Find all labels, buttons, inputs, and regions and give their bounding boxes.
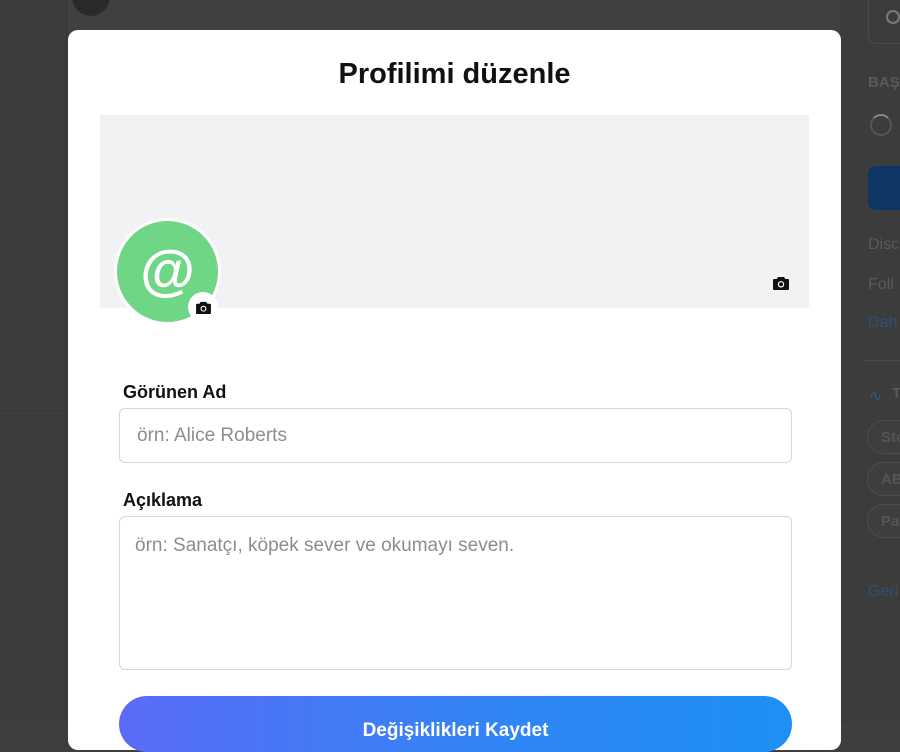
trending-chip-2[interactable]: AB xyxy=(867,462,900,496)
dialog-title: Profilimi düzenle xyxy=(338,58,571,90)
trending-heading: T xyxy=(892,385,900,402)
camera-icon xyxy=(195,301,211,314)
activity-icon: ∿ xyxy=(869,388,883,405)
avatar-upload-button[interactable] xyxy=(188,292,218,322)
at-sign-icon: @ xyxy=(140,237,195,301)
description-textarea[interactable] xyxy=(119,516,792,670)
save-changes-button[interactable]: Değişiklikleri Kaydet xyxy=(119,696,792,752)
display-name-label: Görünen Ad xyxy=(123,382,227,402)
loading-spinner-icon xyxy=(870,114,892,136)
sidebar-primary-button[interactable] xyxy=(868,166,900,210)
display-name-input[interactable] xyxy=(119,408,792,463)
right-sidebar xyxy=(841,0,900,722)
trending-chip-3[interactable]: Pa xyxy=(867,504,900,538)
description-label: Açıklama xyxy=(123,490,203,510)
sidebar-more-link[interactable]: Dah xyxy=(868,314,897,332)
left-divider xyxy=(0,410,68,411)
column-divider xyxy=(66,0,67,722)
trending-chip-1[interactable]: Sto xyxy=(867,420,900,454)
sidebar-section-heading: BAŞ xyxy=(868,74,900,91)
sidebar-footer-link[interactable]: Geri xyxy=(868,583,898,601)
sidebar-line-2: Foll xyxy=(868,276,894,293)
camera-icon[interactable] xyxy=(773,276,789,290)
sidebar-divider xyxy=(864,360,900,361)
sidebar-line-1: Disc xyxy=(868,236,900,253)
search-icon xyxy=(886,10,900,24)
edit-profile-dialog: Profilimi düzenle @ Görünen Ad Açıklama … xyxy=(68,30,841,752)
left-column xyxy=(0,0,68,722)
